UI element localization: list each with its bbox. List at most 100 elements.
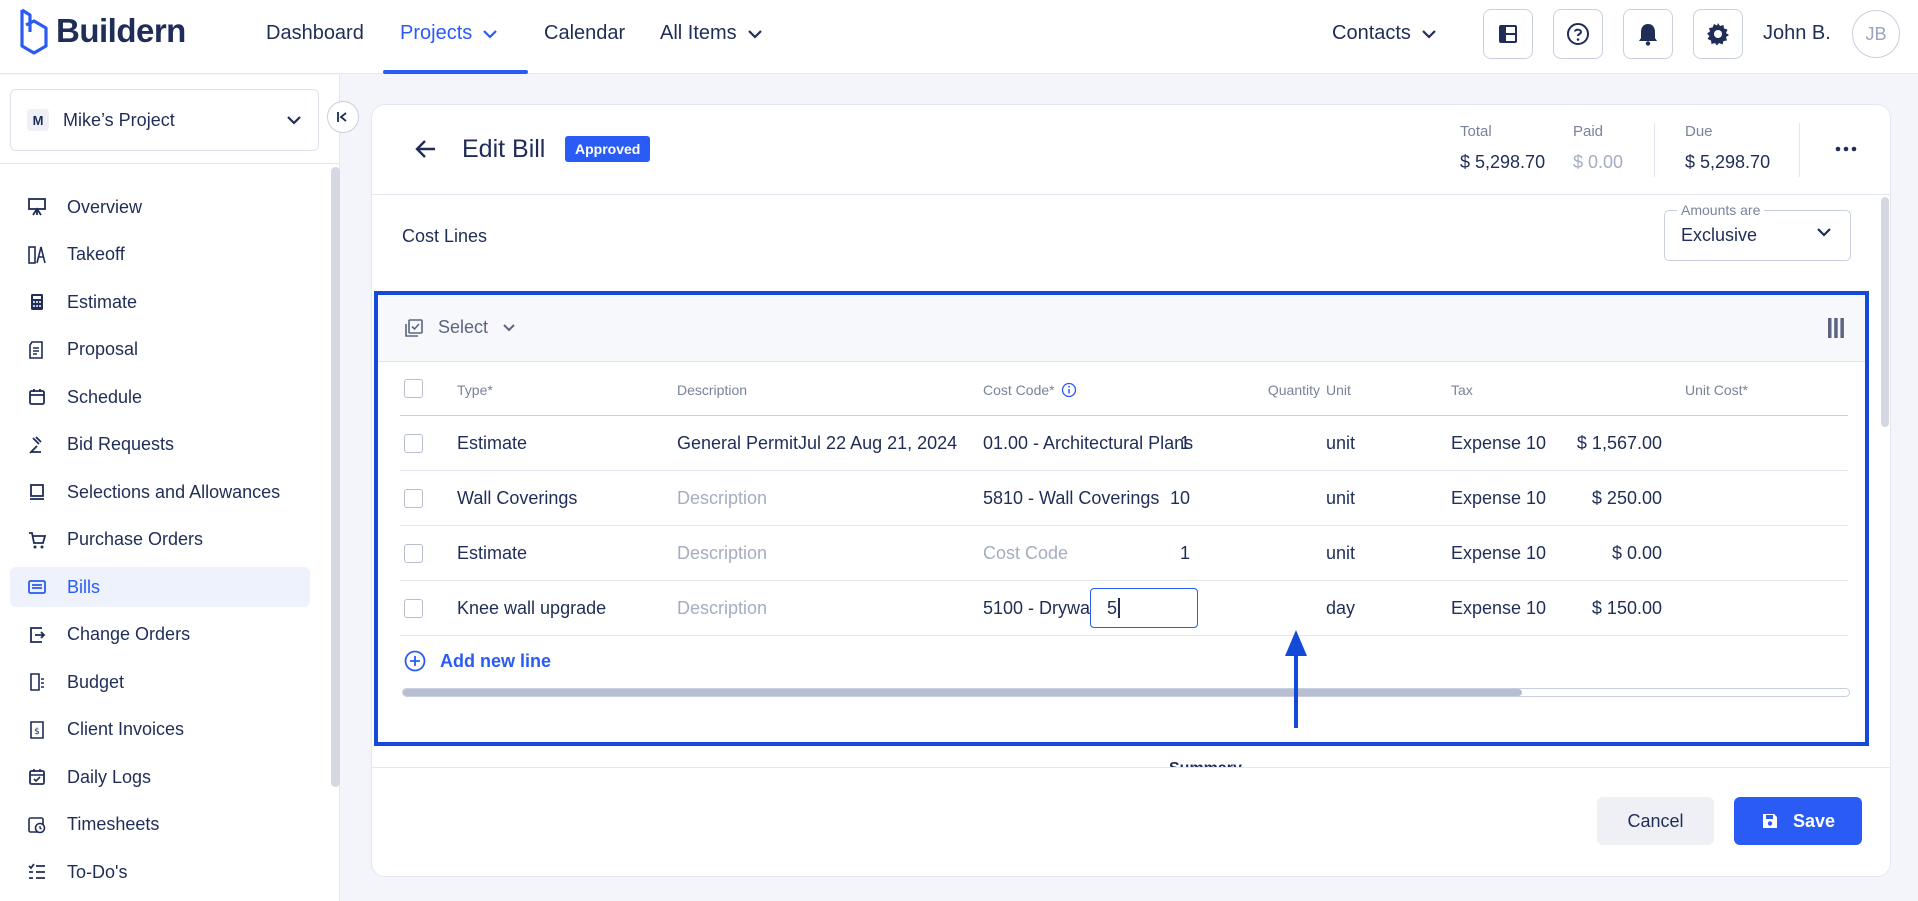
sidebar-item-change-orders[interactable]: Change Orders — [10, 615, 310, 655]
sidebar-item-label: Takeoff — [67, 244, 125, 264]
sidebar-item-label: Timesheets — [67, 814, 160, 834]
sidebar-item-budget[interactable]: Budget — [10, 662, 310, 702]
cell-unit-cost[interactable]: $ 1,567.00 — [1530, 433, 1662, 454]
nav-projects[interactable]: Projects — [400, 22, 498, 45]
column-header-type: Type* — [457, 382, 493, 398]
cell-unit[interactable]: unit — [1326, 543, 1355, 564]
cell-type[interactable]: Estimate — [457, 543, 527, 564]
sidebar-item-label: Client Invoices — [67, 719, 185, 739]
project-selector[interactable]: M Mike’s Project — [10, 89, 319, 151]
sidebar-item-proposal[interactable]: Proposal — [10, 330, 310, 370]
notifications-button[interactable] — [1623, 9, 1673, 59]
cell-description[interactable]: General PermitJul 22 Aug 21, 2024 — [677, 433, 957, 454]
cell-cost-code[interactable]: Cost Code — [983, 543, 1068, 564]
quantity-input[interactable]: 5 — [1090, 588, 1198, 628]
cell-description[interactable]: Description — [677, 488, 767, 509]
footer-divider — [372, 767, 1890, 768]
save-button[interactable]: Save — [1734, 797, 1862, 845]
cell-unit[interactable]: unit — [1326, 488, 1355, 509]
nav-dashboard[interactable]: Dashboard — [266, 22, 364, 45]
column-header-cost-code: Cost Code* — [983, 382, 1077, 398]
back-arrow-icon[interactable] — [414, 137, 438, 161]
cell-unit-cost[interactable]: $ 250.00 — [1530, 488, 1662, 509]
sidebar-item-client-invoices[interactable]: $ Client Invoices — [10, 710, 310, 750]
proposal-icon — [27, 340, 47, 360]
table-row[interactable]: Knee wall upgrade Description 5100 - Dry… — [400, 581, 1848, 636]
table-row[interactable]: Estimate Description Cost Code 1 unit Ex… — [400, 526, 1848, 581]
todo-icon — [27, 862, 47, 882]
select-all-checkbox[interactable] — [404, 379, 423, 398]
sidebar-item-purchase-orders[interactable]: Purchase Orders — [10, 520, 310, 560]
sidebar-item-estimate[interactable]: Estimate — [10, 282, 310, 322]
sidebar-item-todos[interactable]: To-Do's — [10, 852, 310, 892]
sidebar-item-takeoff[interactable]: Takeoff — [10, 235, 310, 275]
cell-unit-cost[interactable]: $ 0.00 — [1530, 543, 1662, 564]
select-all-icon — [405, 318, 423, 337]
sidebar-item-label: Bid Requests — [67, 434, 175, 454]
add-new-line-button[interactable]: Add new line — [404, 650, 551, 672]
avatar-initials: JB — [1865, 23, 1887, 44]
row-checkbox[interactable] — [404, 599, 423, 618]
save-icon — [1762, 814, 1777, 828]
sidebar-scrollbar[interactable] — [331, 167, 340, 787]
cell-unit[interactable]: unit — [1326, 433, 1355, 454]
nav-all-items[interactable]: All Items — [660, 22, 763, 45]
user-name[interactable]: John B. — [1763, 22, 1831, 45]
settings-button[interactable] — [1693, 9, 1743, 59]
total-label: Total — [1460, 123, 1492, 140]
info-icon[interactable] — [1061, 382, 1077, 398]
nav-projects-label: Projects — [400, 22, 473, 44]
cell-quantity[interactable]: 1 — [1100, 543, 1190, 564]
nav-calendar[interactable]: Calendar — [544, 22, 625, 45]
cell-type[interactable]: Knee wall upgrade — [457, 598, 606, 619]
cell-type[interactable]: Wall Coverings — [457, 488, 577, 509]
sidebar-menu: Overview Takeoff Estimate Proposal Sched… — [10, 187, 310, 900]
sidebar-item-timesheets[interactable]: Timesheets — [10, 805, 310, 845]
table-row[interactable]: Wall Coverings Description 5810 - Wall C… — [400, 471, 1848, 526]
nav-dashboard-label: Dashboard — [266, 22, 364, 44]
cell-description[interactable]: Description — [677, 598, 767, 619]
column-header-cost-code-label: Cost Code* — [983, 382, 1055, 398]
avatar[interactable]: JB — [1852, 10, 1900, 58]
takeoff-icon — [27, 245, 47, 265]
sidebar-item-daily-logs[interactable]: Daily Logs — [10, 757, 310, 797]
more-options-icon[interactable] — [1834, 145, 1858, 153]
cell-quantity[interactable]: 10 — [1100, 488, 1190, 509]
cell-unit[interactable]: day — [1326, 598, 1355, 619]
sidebar-item-overview[interactable]: Overview — [10, 187, 310, 227]
nav-contacts[interactable]: Contacts — [1332, 22, 1437, 45]
table-horizontal-scrollbar[interactable] — [402, 688, 1850, 697]
table-row[interactable]: Estimate General PermitJul 22 Aug 21, 20… — [400, 416, 1848, 471]
row-checkbox[interactable] — [404, 489, 423, 508]
columns-icon[interactable] — [1827, 317, 1845, 339]
sidebar-item-selections[interactable]: Selections and Allowances — [10, 472, 310, 512]
nav-calendar-label: Calendar — [544, 22, 626, 44]
cell-quantity[interactable]: 1 — [1100, 433, 1190, 454]
row-checkbox[interactable] — [404, 434, 423, 453]
invoice-icon: $ — [27, 720, 47, 740]
cancel-button[interactable]: Cancel — [1597, 797, 1714, 845]
scrollbar-thumb[interactable] — [403, 689, 1522, 696]
cell-unit-cost[interactable]: $ 150.00 — [1530, 598, 1662, 619]
logo[interactable]: Buildern — [18, 6, 186, 56]
card-scrollbar[interactable] — [1881, 197, 1889, 427]
cell-cost-code[interactable]: 5100 - Drywall — [983, 598, 1098, 619]
sidebar-item-bills[interactable]: Bills — [10, 567, 310, 607]
project-badge: M — [27, 109, 49, 131]
sidebar-item-bid-requests[interactable]: Bid Requests — [10, 425, 310, 465]
dashboard-layout-button[interactable] — [1483, 9, 1533, 59]
cost-lines-title: Cost Lines — [402, 226, 488, 246]
text-cursor — [1118, 598, 1120, 618]
chevron-down-icon — [287, 116, 301, 125]
svg-text:$: $ — [34, 727, 40, 737]
select-dropdown[interactable]: Select — [404, 317, 516, 338]
sidebar-item-schedule[interactable]: Schedule — [10, 377, 310, 417]
cell-type[interactable]: Estimate — [457, 433, 527, 454]
collapse-sidebar-button[interactable] — [327, 101, 359, 133]
row-checkbox[interactable] — [404, 544, 423, 563]
amounts-are-select[interactable]: Amounts are Exclusive — [1664, 202, 1851, 261]
help-button[interactable] — [1553, 9, 1603, 59]
layout-icon — [1499, 25, 1517, 43]
sidebar-item-label: Daily Logs — [67, 766, 152, 787]
cell-description[interactable]: Description — [677, 543, 767, 564]
